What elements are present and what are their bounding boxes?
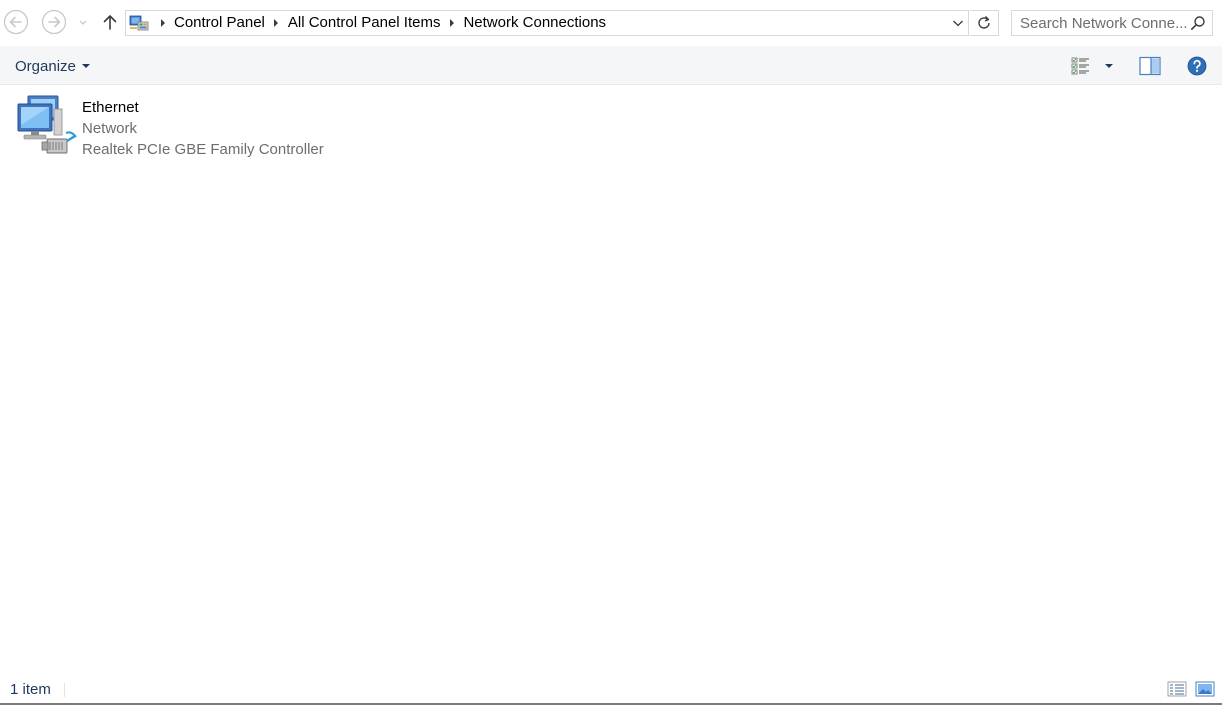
breadcrumb-all-control-panel-items[interactable]: All Control Panel Items: [285, 11, 444, 35]
up-button[interactable]: [97, 9, 123, 35]
search-box[interactable]: [1011, 10, 1213, 36]
connection-device: Realtek PCIe GBE Family Controller: [82, 141, 324, 158]
navigation-bar: Control Panel All Control Panel Items Ne…: [0, 0, 1222, 46]
connection-name: Ethernet: [82, 99, 139, 116]
help-button[interactable]: [1184, 53, 1210, 79]
details-view-icon[interactable]: [1167, 680, 1187, 698]
connection-details: Ethernet Network Realtek PCIe GBE Family…: [82, 97, 324, 160]
chevron-down-icon: [953, 20, 963, 27]
item-count: 1 item: [10, 681, 51, 698]
organize-button[interactable]: Organize: [8, 53, 97, 79]
connections-list: Ethernet Network Realtek PCIe GBE Family…: [0, 85, 1222, 675]
breadcrumb-chevron-icon[interactable]: [154, 11, 171, 35]
organize-label: Organize: [15, 57, 76, 75]
breadcrumb-network-connections[interactable]: Network Connections: [460, 11, 609, 35]
recent-locations-button[interactable]: [76, 9, 90, 35]
breadcrumb-chevron-icon[interactable]: [268, 11, 285, 35]
status-divider: [64, 683, 65, 697]
up-arrow-icon: [103, 15, 117, 30]
connection-status: Network: [82, 120, 138, 137]
chevron-down-icon: [79, 20, 87, 25]
back-button[interactable]: [3, 9, 29, 35]
breadcrumb-chevron-icon[interactable]: [443, 11, 460, 35]
address-history-button[interactable]: [948, 11, 968, 35]
control-panel-icon: [129, 15, 149, 31]
forward-button[interactable]: [41, 9, 67, 35]
ethernet-adapter-icon: [17, 95, 77, 154]
change-view-icon: [1071, 57, 1089, 75]
forward-arrow-icon: [41, 9, 67, 35]
breadcrumb: Control Panel All Control Panel Items Ne…: [154, 11, 609, 35]
status-bar: 1 item: [0, 675, 1222, 705]
search-icon[interactable]: [1190, 15, 1206, 31]
change-view-button[interactable]: [1068, 53, 1116, 79]
caret-down-icon: [81, 64, 90, 68]
address-bar[interactable]: Control Panel All Control Panel Items Ne…: [125, 10, 969, 36]
caret-down-icon: [1105, 64, 1113, 68]
large-icons-view-icon[interactable]: [1195, 680, 1215, 698]
breadcrumb-control-panel[interactable]: Control Panel: [171, 11, 268, 35]
preview-pane-icon: [1139, 56, 1161, 76]
connection-item-ethernet[interactable]: Ethernet Network Realtek PCIe GBE Family…: [12, 95, 324, 161]
help-icon: [1187, 56, 1207, 76]
preview-pane-button[interactable]: [1137, 53, 1163, 79]
back-arrow-icon: [3, 9, 29, 35]
refresh-button[interactable]: [970, 10, 999, 36]
search-input[interactable]: [1020, 11, 1188, 35]
refresh-icon: [978, 16, 990, 29]
command-bar: Organize: [0, 46, 1222, 85]
